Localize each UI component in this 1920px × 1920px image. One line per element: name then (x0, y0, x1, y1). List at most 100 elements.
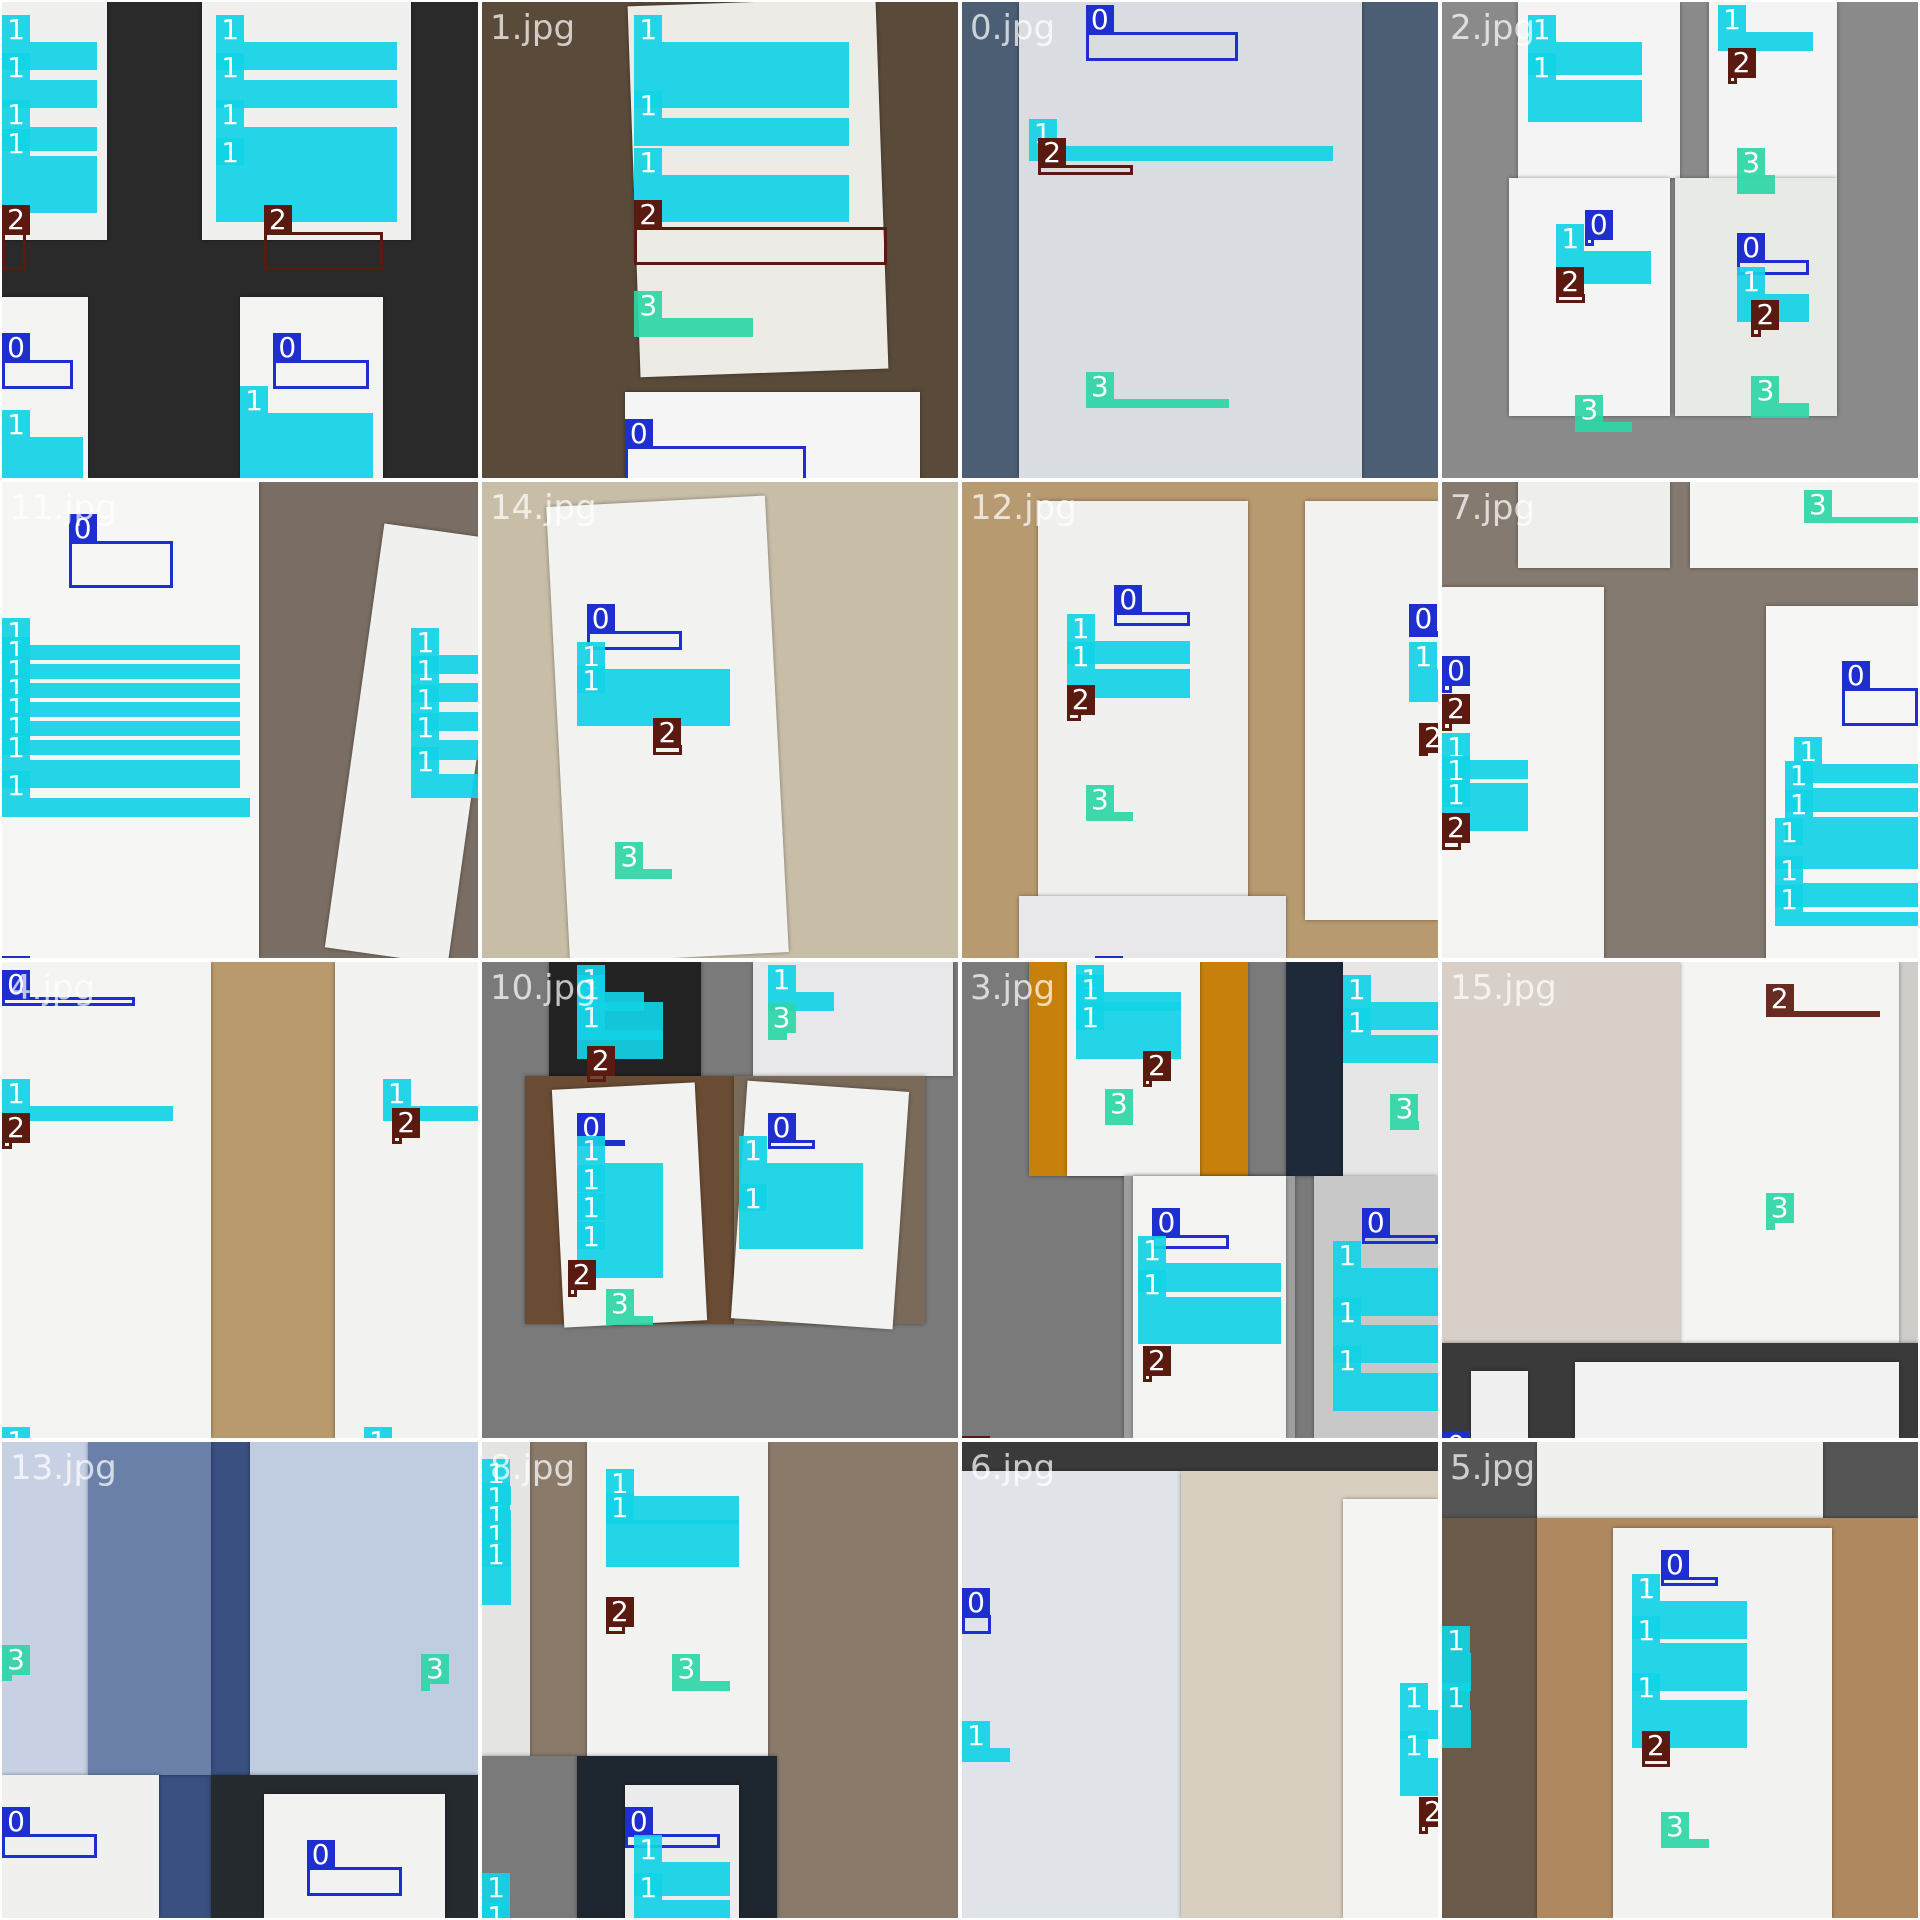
class-label: 1 (1333, 1298, 1362, 1329)
class-label: 2 (1442, 694, 1470, 725)
class-label: 1 (1442, 1683, 1470, 1713)
class-label: 1 (1442, 780, 1470, 811)
class-label: 1 (634, 1835, 663, 1866)
class-label: 2 (1765, 984, 1794, 1015)
detection-box-class-2: 2 (1556, 266, 1585, 304)
detection-box-class-3: 3 (1390, 1093, 1419, 1131)
class-label: 2 (1142, 1345, 1171, 1376)
class-label: 1 (634, 90, 663, 121)
detection-box-class-1: 1 (2, 694, 240, 736)
class-label: 3 (1803, 489, 1832, 520)
class-label: 0 (586, 604, 615, 634)
receipt-photo (335, 962, 478, 1438)
detection-box-class-2: 2 (567, 1260, 596, 1297)
class-label: 2 (2, 1112, 30, 1143)
class-label: 2 (1142, 1050, 1171, 1081)
class-label: 1 (962, 1721, 990, 1752)
detection-box-class-0: 0 (1584, 209, 1613, 247)
class-label: 1 (605, 1492, 634, 1523)
receipt-photo (962, 1470, 1181, 1918)
class-label: 1 (1409, 642, 1438, 673)
class-label: 1 (577, 1222, 606, 1253)
detection-box-class-1: 1 (1138, 1269, 1281, 1345)
class-label: 2 (1641, 1730, 1670, 1761)
detection-box-class-3: 3 (1803, 489, 1918, 523)
detection-box-class-3: 3 (672, 1654, 730, 1691)
detection-box-class-3: 3 (1737, 147, 1776, 194)
class-label: 1 (2, 732, 30, 763)
detection-box-class-1: 1 (216, 138, 398, 223)
class-label: 1 (1556, 223, 1585, 254)
class-label: 1 (1076, 1003, 1105, 1034)
class-label: 3 (1085, 371, 1114, 402)
detection-box-class-2: 2 (1066, 684, 1095, 722)
detection-box-class-0: 0 (1841, 661, 1918, 727)
class-label: 1 (1399, 1683, 1428, 1713)
receipt-photo (1680, 962, 1899, 1343)
detection-box-class-1: 1 (1399, 1730, 1438, 1796)
class-label: 3 (634, 290, 663, 321)
mosaic-tile: 3 3 0 0 13.jpg (0, 1440, 480, 1920)
class-label: 0 (2, 333, 30, 364)
class-label: 1 (2, 14, 30, 45)
mosaic-tile: 111231130112011123.jpg (960, 960, 1440, 1440)
receipt-photo (1537, 1442, 1823, 1528)
class-label: 1 (1076, 974, 1105, 1005)
class-label: 0 (1095, 956, 1124, 958)
class-label: 2 (1066, 684, 1095, 715)
class-label: 2 (586, 1045, 615, 1076)
detection-box-class-0: 0 (2, 1806, 98, 1858)
detection-box-class-1: 1 (482, 1540, 511, 1606)
class-label: 3 (1104, 1088, 1133, 1119)
class-label: 1 (1527, 14, 1556, 45)
detection-mosaic: 1 1 1 1 2 1 1 1 1 2 0 1 0 1 1 1 1 2 3 0 1.jpg 0 1 2 3 0.jpg 1 1 1 2 3 0… (0, 0, 1920, 1920)
image-filename: 1.jpg (490, 8, 576, 48)
class-label: 1 (411, 684, 440, 715)
mosaic-tile: 0 1 1 1 1 1 2 3 5.jpg (1440, 1440, 1920, 1920)
class-label: 2 (605, 1597, 634, 1628)
mosaic-tile: 111213011112301110.jpg (480, 960, 960, 1440)
class-label: 1 (1632, 1673, 1661, 1704)
class-label: 2 (1418, 1797, 1438, 1828)
detection-box-class-1: 1 (2, 409, 83, 478)
detection-box-class-1: 1 (2, 675, 240, 717)
class-label: 2 (1727, 47, 1756, 78)
class-label: 0 (962, 1587, 990, 1618)
detection-box-class-0: 0 (306, 1840, 402, 1896)
detection-box-class-0: 0 (1085, 5, 1239, 61)
class-label: 3 (2, 1644, 30, 1675)
detection-box-class-0: 0 (767, 1112, 816, 1150)
class-label: 1 (1737, 266, 1766, 297)
class-label: 1 (216, 14, 245, 45)
class-label: 2 (567, 1260, 596, 1291)
class-label: 1 (2, 100, 30, 131)
class-label: 1 (2, 1426, 30, 1438)
class-label: 1 (1066, 642, 1095, 673)
detection-box-class-3: 3 (1575, 395, 1633, 432)
receipt-photo (263, 1794, 445, 1918)
detection-box-class-2: 2 (392, 1107, 421, 1145)
class-label: 1 (2, 128, 30, 159)
class-label: 2 (1556, 266, 1585, 297)
class-label: 2 (1418, 723, 1438, 753)
detection-box-class-2: 2 (1142, 1345, 1171, 1383)
detection-box-class-1: 1 (2, 656, 240, 698)
class-label: 1 (1333, 1345, 1362, 1376)
detection-box-class-0: 0 (2, 969, 136, 1007)
detection-box-class-1: 1 (739, 1183, 863, 1250)
detection-box-class-1: 1 (605, 1492, 740, 1568)
detection-box-class-2: 2 (1418, 1797, 1438, 1834)
class-label: 0 (273, 333, 302, 364)
detection-box-class-1: 1 (634, 14, 849, 109)
detection-box-class-1: 1 (1342, 1007, 1438, 1064)
image-filename: 5.jpg (1450, 1448, 1536, 1488)
class-label: 1 (2, 770, 30, 801)
detection-box-class-2: 2 (1641, 1730, 1671, 1768)
detection-box-class-1: 1 (1775, 884, 1918, 927)
receipt-photo (1518, 482, 1671, 568)
class-label: 3 (1575, 395, 1604, 426)
class-label: 2 (263, 204, 292, 235)
detection-box-class-1: 1 (1442, 1683, 1471, 1749)
class-label: 1 (739, 1183, 768, 1214)
detection-box-class-2: 2 (2, 204, 30, 270)
